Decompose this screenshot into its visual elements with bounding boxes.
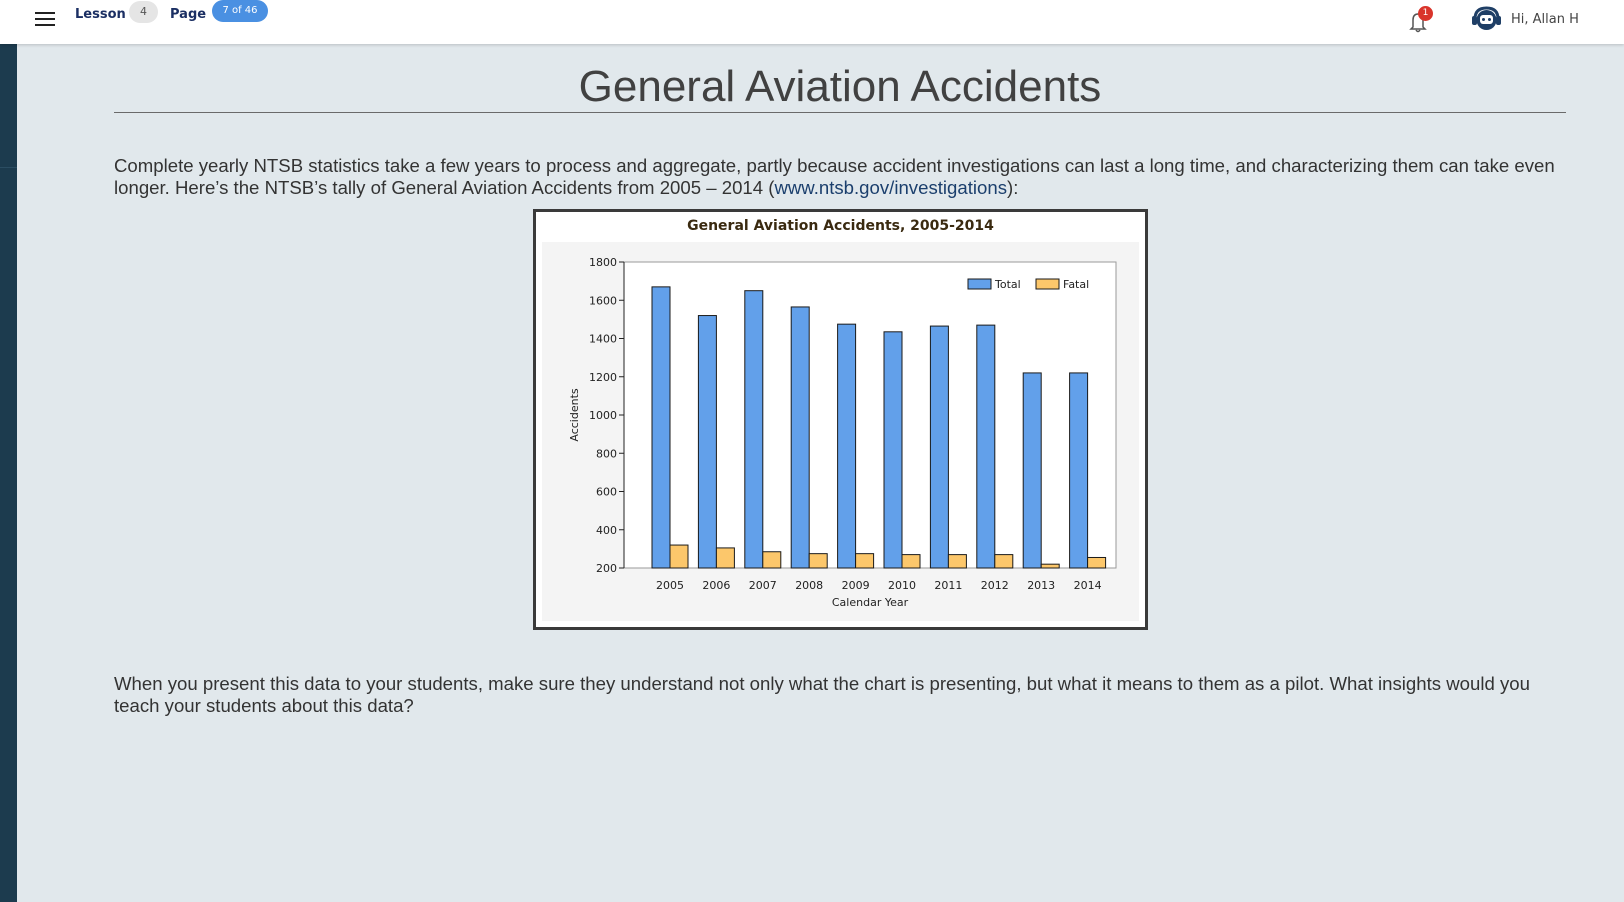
page-label: Page bbox=[170, 7, 207, 22]
intro-suffix: ): bbox=[1007, 177, 1019, 198]
x-tick-label: 2013 bbox=[1027, 579, 1055, 592]
lesson-number-badge: 4 bbox=[129, 1, 158, 23]
bar-total bbox=[837, 323, 857, 569]
bar-fatal bbox=[715, 547, 735, 569]
ntsb-link[interactable]: www.ntsb.gov/investigations bbox=[774, 177, 1007, 198]
x-tick-label: 2010 bbox=[888, 579, 916, 592]
x-axis-label: Calendar Year bbox=[832, 596, 909, 609]
bar-fatal bbox=[808, 553, 828, 569]
y-tick-label: 200 bbox=[596, 562, 617, 575]
title-divider bbox=[114, 112, 1566, 113]
bar-total bbox=[883, 331, 903, 569]
y-tick-label: 1600 bbox=[589, 294, 617, 307]
lesson-label: Lesson bbox=[75, 7, 126, 22]
bar-fatal bbox=[947, 554, 967, 569]
page-title: General Aviation Accidents bbox=[578, 62, 1102, 111]
bar-total bbox=[744, 290, 764, 569]
bar-fatal bbox=[1040, 563, 1060, 569]
question-paragraph: When you present this data to your stude… bbox=[114, 673, 1530, 716]
bar-fatal bbox=[994, 554, 1014, 569]
y-axis-label: Accidents bbox=[568, 388, 581, 442]
bar-fatal bbox=[901, 554, 921, 569]
y-tick-label: 600 bbox=[596, 486, 617, 499]
y-tick-label: 1800 bbox=[589, 256, 617, 269]
y-tick-label: 1000 bbox=[589, 409, 617, 422]
bar-total bbox=[697, 315, 717, 569]
intro-paragraph: Complete yearly NTSB statistics take a f… bbox=[114, 155, 1564, 199]
y-tick-label: 1400 bbox=[589, 333, 617, 346]
x-tick-label: 2011 bbox=[934, 579, 962, 592]
x-tick-label: 2012 bbox=[981, 579, 1009, 592]
page-progress-badge: 7 of 46 bbox=[212, 0, 268, 22]
bar-fatal bbox=[1087, 556, 1107, 569]
sidebar-divider bbox=[0, 167, 17, 168]
x-tick-label: 2006 bbox=[702, 579, 730, 592]
bar-total bbox=[1022, 372, 1042, 569]
chart-container: General Aviation Accidents, 2005-2014 20… bbox=[533, 209, 1148, 630]
y-tick-label: 400 bbox=[596, 524, 617, 537]
bar-total bbox=[790, 306, 810, 569]
legend-label-fatal: Fatal bbox=[1063, 278, 1089, 291]
x-tick-label: 2008 bbox=[795, 579, 823, 592]
legend-swatch-total bbox=[967, 278, 992, 290]
bar-fatal bbox=[762, 551, 782, 569]
bar-total bbox=[651, 286, 671, 569]
user-greeting[interactable]: Hi, Allan H bbox=[1511, 12, 1579, 27]
support-agent-icon[interactable] bbox=[1470, 5, 1503, 35]
bar-total bbox=[929, 325, 949, 569]
x-tick-label: 2005 bbox=[656, 579, 684, 592]
left-sidebar bbox=[0, 44, 17, 902]
legend-swatch-fatal bbox=[1035, 278, 1060, 290]
notification-count-badge: 1 bbox=[1418, 6, 1433, 21]
top-bar: Lesson 4 Page 7 of 46 1 Hi, Allan H bbox=[0, 0, 1624, 44]
menu-icon[interactable] bbox=[35, 12, 55, 28]
bar-fatal bbox=[669, 544, 689, 569]
x-tick-label: 2009 bbox=[842, 579, 870, 592]
chart-title: General Aviation Accidents, 2005-2014 bbox=[687, 218, 994, 234]
bar-chart: General Aviation Accidents, 2005-2014 20… bbox=[542, 218, 1139, 621]
y-tick-label: 800 bbox=[596, 447, 617, 460]
x-tick-label: 2007 bbox=[749, 579, 777, 592]
bar-fatal bbox=[855, 553, 875, 569]
y-tick-label: 1200 bbox=[589, 371, 617, 384]
plot-area bbox=[623, 261, 1117, 569]
x-tick-label: 2014 bbox=[1074, 579, 1102, 592]
bar-total bbox=[976, 324, 996, 569]
legend-label-total: Total bbox=[994, 278, 1021, 291]
bar-total bbox=[1069, 372, 1089, 569]
